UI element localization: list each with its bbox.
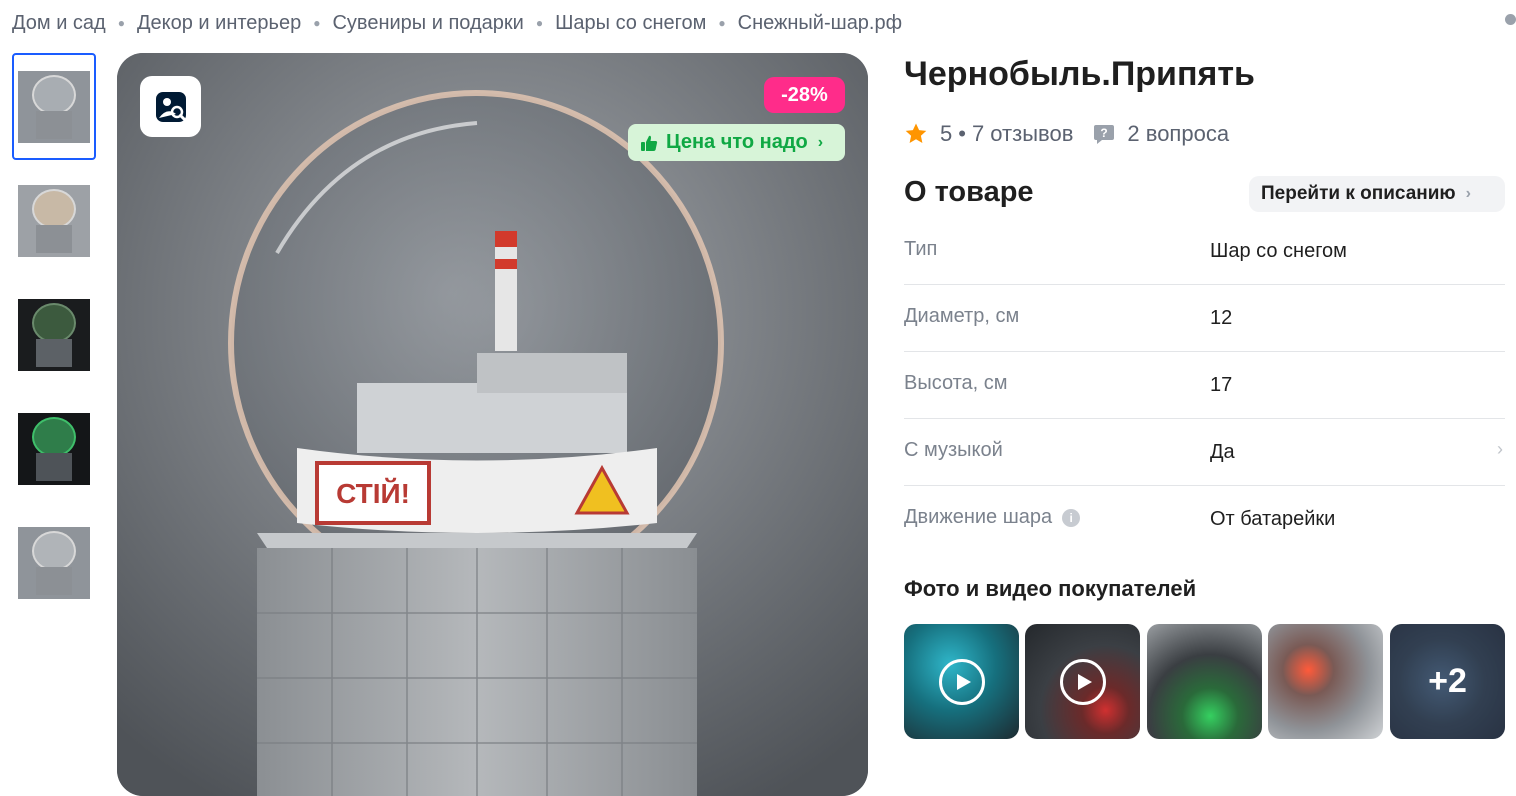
- buyer-photo-2[interactable]: [1268, 624, 1383, 739]
- thumbnail-image: [18, 526, 90, 599]
- spec-name: С музыкой: [904, 439, 1003, 461]
- svg-text:СТІЙ!: СТІЙ!: [336, 477, 410, 509]
- question-bubble-icon: ?: [1094, 125, 1115, 144]
- thumbnail-2[interactable]: [12, 167, 96, 274]
- questions-link[interactable]: 2 вопроса: [1127, 121, 1229, 147]
- breadcrumb: Дом и сад ● Декор и интерьер ● Сувениры …: [12, 10, 902, 36]
- rating-separator: •: [958, 121, 966, 146]
- spec-name: Тип: [904, 238, 938, 260]
- breadcrumb-decor[interactable]: Декор и интерьер: [137, 12, 301, 35]
- thumbnail-5[interactable]: [12, 509, 96, 616]
- chevron-right-icon: ›: [1465, 185, 1471, 202]
- breadcrumb-home-garden[interactable]: Дом и сад: [12, 12, 106, 35]
- specs-table: Тип Шар со снегом Диаметр, см 12 Высота,…: [904, 218, 1505, 553]
- spec-value: Шар со снегом: [1210, 240, 1347, 262]
- main-product-image[interactable]: СТІЙ! -28% Цена что надо ›: [117, 53, 868, 796]
- star-icon: [905, 123, 927, 143]
- svg-text:?: ?: [1101, 126, 1108, 140]
- breadcrumb-snow-globes[interactable]: Шары со снегом: [555, 12, 706, 35]
- spec-value: Да: [1210, 441, 1235, 463]
- breadcrumb-separator: ●: [535, 16, 544, 30]
- product-title: Чернобыль.Припять: [904, 55, 1255, 93]
- spec-row-diameter: Диаметр, см 12: [904, 285, 1505, 352]
- spec-value: 12: [1210, 307, 1233, 329]
- spec-row-globe-motion: Движение шара i От батарейки: [904, 486, 1505, 553]
- buyer-video-2[interactable]: [1025, 624, 1140, 739]
- buyer-photo-more[interactable]: +2: [1390, 624, 1505, 739]
- image-search-icon: [155, 91, 186, 122]
- price-badge-label: Цена что надо: [666, 131, 808, 153]
- spec-row-type: Тип Шар со снегом: [904, 218, 1505, 285]
- info-icon[interactable]: i: [1062, 508, 1081, 527]
- spec-name-wrapper: Движение шара i: [904, 506, 1081, 529]
- thumbnail-4[interactable]: [12, 395, 96, 502]
- price-badge[interactable]: Цена что надо ›: [628, 124, 845, 161]
- chevron-right-icon: ›: [1497, 439, 1503, 459]
- goto-description-label: Перейти к описанию: [1261, 183, 1456, 204]
- buyer-video-1[interactable]: [904, 624, 1019, 739]
- breadcrumb-souvenirs[interactable]: Сувениры и подарки: [332, 12, 523, 35]
- breadcrumb-brand[interactable]: Снежный-шар.рф: [738, 12, 902, 35]
- breadcrumb-separator: ●: [117, 16, 125, 30]
- image-search-button[interactable]: [140, 76, 201, 137]
- goto-description-button[interactable]: Перейти к описанию ›: [1249, 176, 1505, 212]
- play-icon: [939, 659, 985, 705]
- overflow-indicator: [1505, 14, 1516, 25]
- thumbnail-image: [18, 298, 90, 371]
- reviews-link[interactable]: 7 отзывов: [972, 121, 1073, 147]
- about-heading: О товаре: [904, 176, 1034, 208]
- thumbs-up-icon: [641, 135, 658, 151]
- rating-value[interactable]: 5: [940, 121, 952, 147]
- spec-row-height: Высота, см 17: [904, 352, 1505, 419]
- play-icon: [1060, 659, 1106, 705]
- spec-name: Высота, см: [904, 372, 1008, 394]
- more-media-count: +2: [1390, 624, 1505, 739]
- thumbnail-image: [18, 70, 90, 143]
- spec-row-music[interactable]: С музыкой Да ›: [904, 419, 1505, 486]
- rating-row: 5 • 7 отзывов ? 2 вопроса: [904, 118, 1229, 150]
- thumbnail-image: [18, 184, 90, 257]
- buyer-media-heading: Фото и видео покупателей: [904, 576, 1197, 601]
- spec-value: От батарейки: [1210, 508, 1336, 530]
- thumbnail-3[interactable]: [12, 281, 96, 388]
- discount-badge: -28%: [764, 77, 845, 113]
- spec-name: Движение шара: [904, 506, 1053, 528]
- snow-globe-illustration: СТІЙ!: [117, 53, 868, 796]
- breadcrumb-separator: ●: [718, 16, 726, 30]
- spec-name: Диаметр, см: [904, 305, 1020, 327]
- spec-value: 17: [1210, 374, 1233, 396]
- thumbnail-1[interactable]: [12, 53, 96, 160]
- buyer-photo-1[interactable]: [1147, 624, 1262, 739]
- chevron-right-icon: ›: [817, 133, 824, 151]
- buyer-media-list: +2: [904, 624, 1505, 739]
- breadcrumb-separator: ●: [313, 16, 321, 30]
- thumbnail-image: [18, 412, 90, 485]
